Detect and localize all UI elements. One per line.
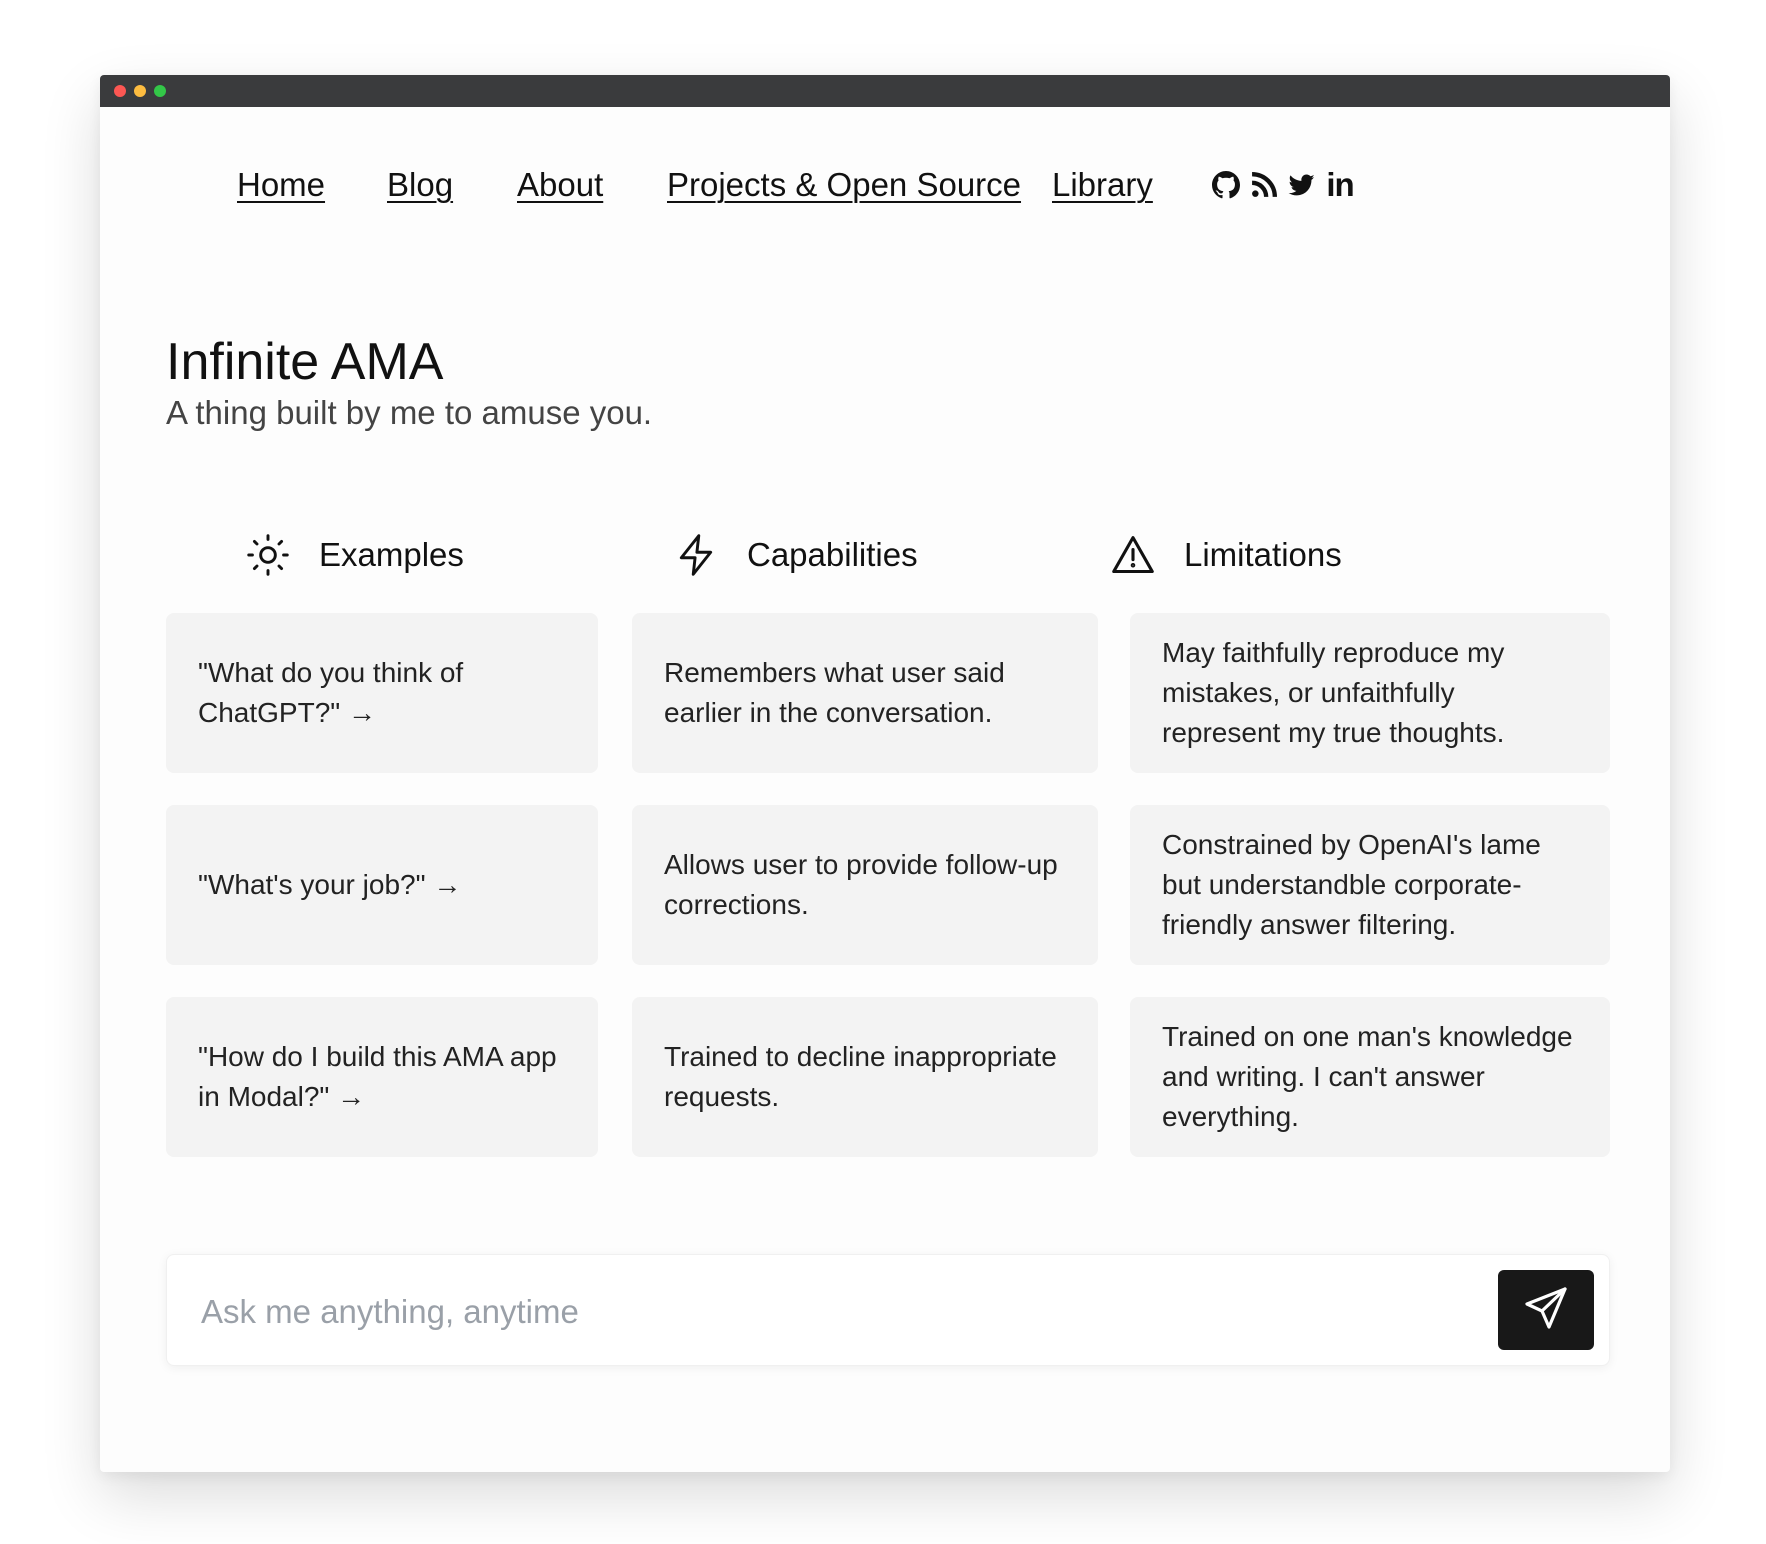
nav-link-about[interactable]: About: [517, 160, 603, 210]
send-button[interactable]: [1498, 1270, 1594, 1350]
example-card[interactable]: "How do I build this AMA app in Modal?" …: [166, 997, 598, 1157]
chat-input[interactable]: [199, 1281, 1433, 1343]
capability-text: Allows user to provide follow-up correct…: [664, 849, 1058, 920]
capability-card: Trained to decline inappropriate request…: [632, 997, 1098, 1157]
limitation-card: Trained on one man's knowledge and writi…: [1130, 997, 1610, 1157]
capability-text: Trained to decline inappropriate request…: [664, 1041, 1057, 1112]
minimize-window-dot[interactable]: [134, 85, 146, 97]
examples-heading: Examples: [319, 536, 464, 573]
limitation-card: Constrained by OpenAI's lame but underst…: [1130, 805, 1610, 965]
warning-icon: [1110, 532, 1156, 578]
social-links: in: [1210, 166, 1356, 203]
capability-card: Remembers what user said earlier in the …: [632, 613, 1098, 773]
nav-link-blog[interactable]: Blog: [387, 160, 453, 210]
limitation-text: Trained on one man's knowledge and writi…: [1162, 1021, 1573, 1132]
send-icon: [1522, 1284, 1570, 1337]
linkedin-glyph: in: [1326, 166, 1354, 203]
capability-card: Allows user to provide follow-up correct…: [632, 805, 1098, 965]
example-text: "What's your job?" →: [198, 869, 462, 900]
limitation-text: Constrained by OpenAI's lame but underst…: [1162, 829, 1541, 940]
github-icon[interactable]: [1210, 169, 1242, 201]
limitations-header: Limitations: [1110, 530, 1342, 580]
limitations-heading: Limitations: [1184, 536, 1342, 573]
nav-link-projects[interactable]: Projects & Open Source: [667, 160, 1021, 210]
examples-header: Examples: [245, 530, 464, 580]
window-titlebar: [100, 75, 1670, 107]
page-subtitle: A thing built by me to amuse you.: [166, 394, 653, 431]
nav-link-home[interactable]: Home: [237, 160, 325, 210]
twitter-icon[interactable]: [1286, 169, 1318, 201]
limitation-card: May faithfully reproduce my mistakes, or…: [1130, 613, 1610, 773]
page-title: Infinite AMA: [166, 333, 444, 391]
capability-text: Remembers what user said earlier in the …: [664, 657, 1005, 728]
sun-icon: [245, 532, 291, 578]
linkedin-icon[interactable]: in: [1324, 166, 1356, 203]
example-card[interactable]: "What's your job?" →: [166, 805, 598, 965]
rss-icon[interactable]: [1248, 169, 1280, 201]
example-text: "What do you think of ChatGPT?" →: [198, 657, 464, 728]
close-window-dot[interactable]: [114, 85, 126, 97]
example-card[interactable]: "What do you think of ChatGPT?" →: [166, 613, 598, 773]
browser-window: Home Blog About Projects & Open Source L…: [100, 75, 1670, 1472]
capabilities-heading: Capabilities: [747, 536, 918, 573]
capabilities-header: Capabilities: [673, 530, 918, 580]
example-text: "How do I build this AMA app in Modal?" …: [198, 1041, 557, 1112]
lightning-icon: [673, 532, 719, 578]
top-nav: Home Blog About Projects & Open Source L…: [100, 160, 1670, 210]
chat-input-bar: [166, 1254, 1610, 1366]
maximize-window-dot[interactable]: [154, 85, 166, 97]
limitation-text: May faithfully reproduce my mistakes, or…: [1162, 637, 1505, 748]
nav-link-library[interactable]: Library: [1052, 160, 1153, 210]
